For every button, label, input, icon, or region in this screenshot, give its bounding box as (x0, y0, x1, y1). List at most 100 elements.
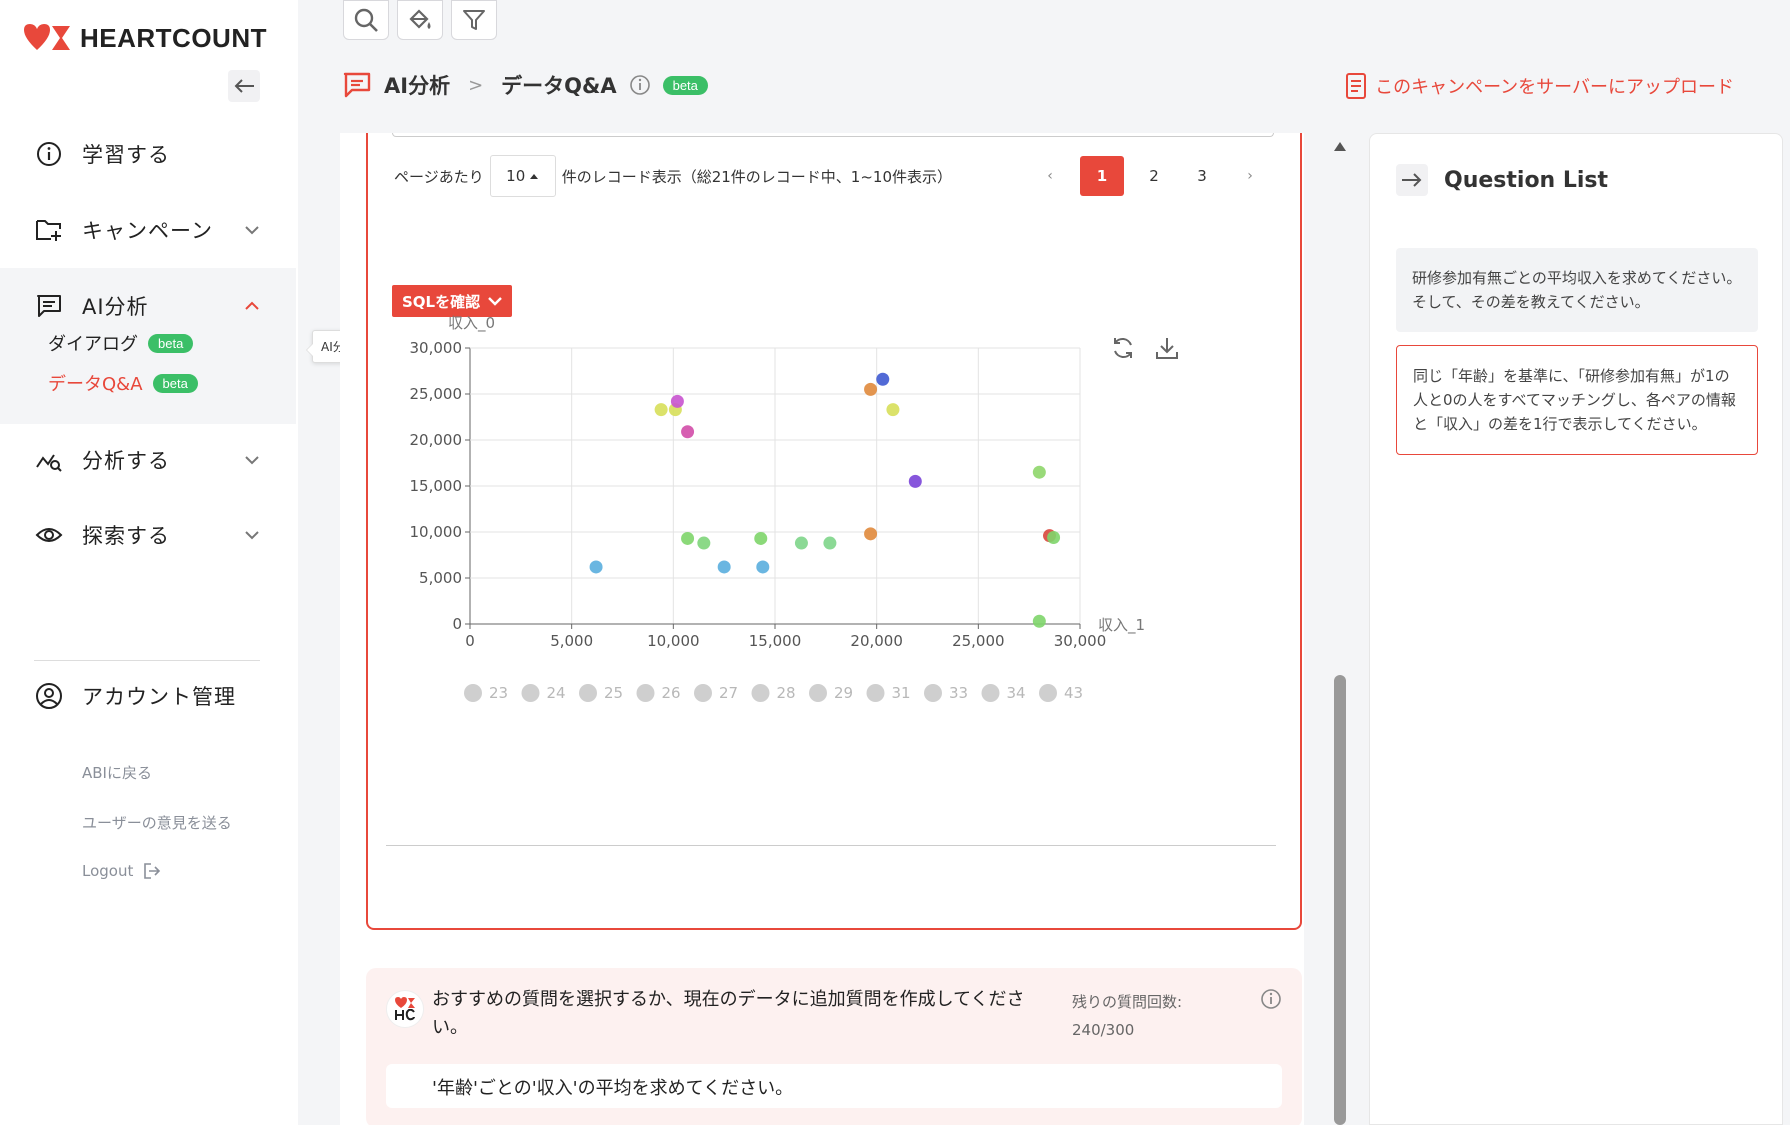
breadcrumb: AI分析 > データQ&A beta (342, 70, 708, 100)
page-title: データQ&A (501, 74, 617, 98)
user-circle-icon (34, 681, 64, 711)
arrow-right-icon (1402, 173, 1422, 187)
legend-label: 29 (834, 684, 853, 702)
heartcount-logo-icon (24, 24, 70, 50)
legend-marker (809, 684, 827, 702)
beta-badge: beta (148, 333, 194, 353)
scatter-chart: 0 5,000 10,000 15,000 20,000 25,000 30,000 0 5,0… (410, 314, 1145, 702)
x-tick-label: 25,000 (952, 632, 1005, 650)
suggestion-panel: おすすめの質問を選択するか、現在のデータに追加質問を作成してください。 残りの質… (366, 968, 1302, 1125)
data-point (756, 560, 770, 574)
upload-campaign-label: このキャンペーンをサーバーにアップロード (1375, 77, 1734, 98)
data-point (681, 425, 695, 439)
heartcount-avatar (386, 990, 424, 1028)
legend-marker (694, 684, 712, 702)
info-icon[interactable] (629, 74, 651, 96)
question-list-panel: Question List 研修参加有無ごとの平均収入を求めてください。そして、… (1369, 133, 1783, 1125)
legend-label: 27 (719, 684, 738, 702)
suggested-question-chip[interactable]: '年齢'ごとの'収入'の平均を求めてください。 (386, 1064, 1282, 1108)
sidebar-item-account[interactable]: アカウント管理 (0, 672, 298, 720)
legend-label: 28 (777, 684, 796, 702)
data-point (670, 394, 684, 408)
sidebar-item-explore[interactable]: 探索する (0, 511, 298, 559)
folder-plus-icon (34, 215, 64, 245)
y-tick-label: 25,000 (410, 385, 463, 403)
sidebar-item-label: AI分析 (82, 295, 149, 319)
info-circle-icon (34, 139, 64, 169)
legend-marker (636, 684, 655, 702)
chevron-down-icon (245, 456, 259, 465)
sidebar-item-campaign[interactable]: キャンペーン (0, 206, 298, 254)
sidebar-subitem-data-qa[interactable]: データQ&A beta (48, 370, 198, 396)
legend-marker (751, 684, 770, 702)
sidebar-subitem-label: データQ&A (48, 374, 143, 395)
filter-icon (463, 10, 485, 30)
back-to-abi-link[interactable]: ABIに戻る (82, 762, 152, 783)
data-point (589, 560, 603, 574)
collapse-sidebar-button[interactable] (228, 70, 260, 102)
data-point (697, 536, 711, 550)
collapse-question-list-button[interactable] (1396, 164, 1428, 196)
logout-link[interactable]: Logout (82, 862, 161, 880)
brand-logo[interactable]: HEARTCOUNT (22, 22, 267, 54)
data-point (754, 531, 768, 545)
legend-label: 31 (892, 684, 911, 702)
sidebar-item-label: 分析する (82, 449, 170, 473)
legend-label: 43 (1064, 684, 1083, 702)
brand-name: HEARTCOUNT (80, 22, 267, 53)
data-point (1047, 531, 1061, 545)
beta-badge: beta (152, 373, 198, 393)
filter-tool-button[interactable] (451, 0, 497, 40)
sidebar: HEARTCOUNT 学習する キャンペーン AI分析 ダイアログ beta デ… (0, 0, 298, 1125)
question-item-active[interactable]: 同じ「年齢」を基準に、「研修参加有無」が1の人と0の人をすべてマッチングし、各ペ… (1396, 345, 1758, 455)
paint-bucket-icon (409, 9, 431, 29)
legend-label: 24 (547, 684, 566, 702)
sidebar-item-ai-analysis[interactable]: AI分析 (0, 282, 298, 330)
data-point (654, 403, 668, 417)
legend-marker (866, 684, 885, 702)
data-point (681, 531, 695, 545)
logout-label: Logout (82, 862, 134, 880)
data-point (886, 403, 900, 417)
sidebar-item-learn[interactable]: 学習する (0, 130, 298, 178)
legend-label: 33 (949, 684, 968, 702)
y-tick-label: 5,000 (419, 569, 462, 587)
y-tick-label: 30,000 (410, 339, 463, 357)
analytics-icon (34, 445, 64, 475)
sidebar-subitem-label: ダイアログ (48, 334, 138, 355)
sidebar-divider (34, 660, 260, 661)
heartcount-logo-icon (395, 997, 415, 1008)
search-tool-button[interactable] (343, 0, 389, 40)
scrollbar-thumb[interactable] (1334, 675, 1346, 1125)
sidebar-item-label: キャンペーン (82, 219, 213, 243)
breadcrumb-separator: > (468, 74, 484, 96)
y-tick-label: 0 (452, 615, 462, 633)
legend-label: 23 (489, 684, 508, 702)
chart-separator (386, 845, 1276, 846)
question-list-header: Question List (1396, 164, 1608, 196)
logout-icon (144, 863, 161, 879)
legend-marker (1039, 684, 1057, 702)
scroll-up-arrow-icon[interactable] (1333, 140, 1347, 152)
legend-marker (924, 684, 942, 702)
x-axis-title: 収入_1 (1098, 616, 1145, 635)
data-point (1032, 465, 1046, 479)
beta-badge: beta (662, 75, 708, 95)
upload-campaign-button[interactable]: このキャンペーンをサーバーにアップロード (1345, 72, 1734, 100)
sidebar-item-analyze[interactable]: 分析する (0, 436, 298, 484)
y-axis-title: 収入_0 (448, 314, 495, 333)
chat-icon (34, 291, 64, 321)
sidebar-subitem-dialog[interactable]: ダイアログ beta (48, 330, 194, 356)
y-tick-label: 10,000 (410, 523, 463, 541)
x-tick-label: 20,000 (850, 632, 903, 650)
send-feedback-link[interactable]: ユーザーの意見を送る (82, 812, 232, 833)
breadcrumb-ai-analysis[interactable]: AI分析 (384, 70, 450, 100)
question-item[interactable]: 研修参加有無ごとの平均収入を求めてください。そして、その差を教えてください。 (1396, 248, 1758, 332)
info-icon[interactable] (1260, 988, 1282, 1010)
paint-tool-button[interactable] (397, 0, 443, 40)
search-icon (354, 8, 378, 32)
qa-main-panel: ページあたり 10 件のレコード表示（総21件のレコード中、1~10件表示） ‹… (340, 133, 1304, 1125)
data-point (864, 382, 878, 396)
data-point (794, 536, 808, 550)
x-tick-label: 5,000 (550, 632, 593, 650)
